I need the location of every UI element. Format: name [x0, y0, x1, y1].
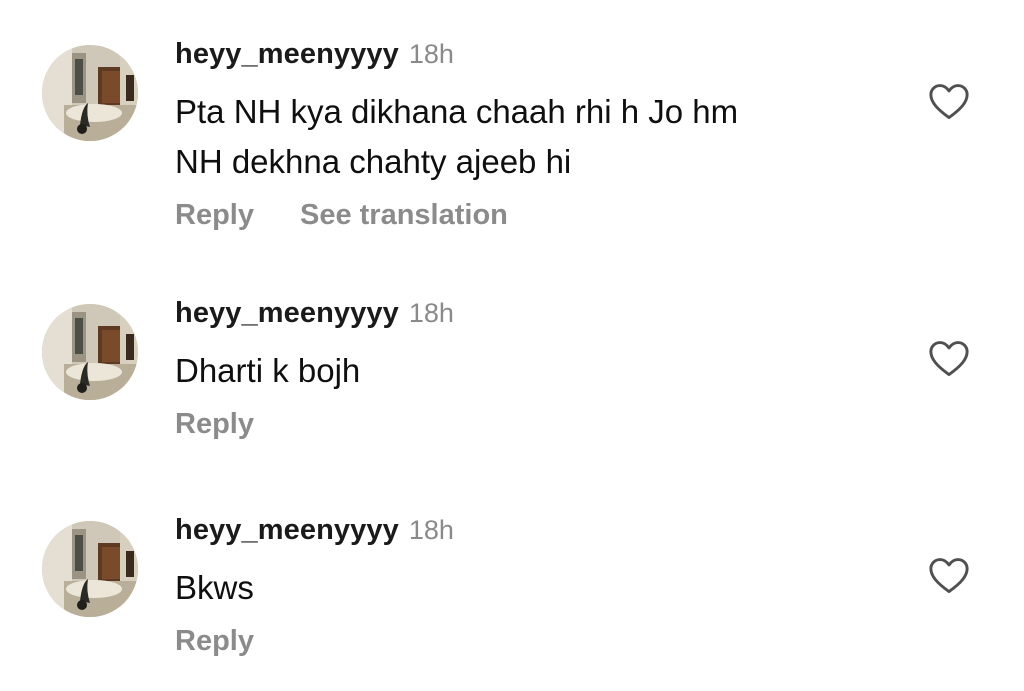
username[interactable]: heyy_meenyyyy	[175, 514, 399, 547]
comment-actions: Reply See translation	[175, 192, 875, 238]
heart-outline-icon	[929, 341, 969, 377]
avatar-photo	[42, 45, 138, 141]
reply-button[interactable]: Reply	[175, 408, 254, 441]
timestamp: 18h	[408, 39, 454, 69]
comment-text: Dharti k bojh	[175, 346, 855, 396]
comment-body: heyy_meenyyyy 18h Pta NH kya dikhana cha…	[175, 38, 875, 238]
avatar[interactable]	[42, 304, 138, 400]
heart-outline-icon	[929, 84, 969, 120]
reply-button[interactable]: Reply	[175, 199, 254, 232]
avatar[interactable]	[42, 45, 138, 141]
comment-meta: heyy_meenyyyy 18h	[175, 297, 875, 337]
avatar-photo	[42, 304, 138, 400]
comment-body: heyy_meenyyyy 18h Bkws Reply	[175, 514, 875, 664]
comment-actions: Reply	[175, 401, 875, 447]
reply-button[interactable]: Reply	[175, 625, 254, 658]
avatar-photo	[42, 521, 138, 617]
comment-actions: Reply	[175, 618, 875, 664]
comment-meta: heyy_meenyyyy 18h	[175, 38, 875, 78]
like-button[interactable]	[926, 555, 972, 597]
comment-text-line: NH dekhna chahty ajeeb hi	[175, 143, 572, 180]
heart-outline-icon	[929, 558, 969, 594]
comment-text-line: Bkws	[175, 569, 254, 606]
avatar[interactable]	[42, 521, 138, 617]
like-button[interactable]	[926, 338, 972, 380]
timestamp: 18h	[408, 515, 454, 545]
username[interactable]: heyy_meenyyyy	[175, 38, 399, 71]
comment-text: Pta NH kya dikhana chaah rhi h Jo hm NH …	[175, 87, 855, 187]
comment-list: heyy_meenyyyy 18h Pta NH kya dikhana cha…	[0, 0, 1024, 691]
comment-text-line: Pta NH kya dikhana chaah rhi h Jo hm	[175, 93, 739, 130]
see-translation-button[interactable]: See translation	[300, 199, 508, 232]
comment-body: heyy_meenyyyy 18h Dharti k bojh Reply	[175, 297, 875, 447]
timestamp: 18h	[408, 298, 454, 328]
like-button[interactable]	[926, 81, 972, 123]
username[interactable]: heyy_meenyyyy	[175, 297, 399, 330]
comment-meta: heyy_meenyyyy 18h	[175, 514, 875, 554]
comment-text-line: Dharti k bojh	[175, 352, 361, 389]
comment-text: Bkws	[175, 563, 855, 613]
